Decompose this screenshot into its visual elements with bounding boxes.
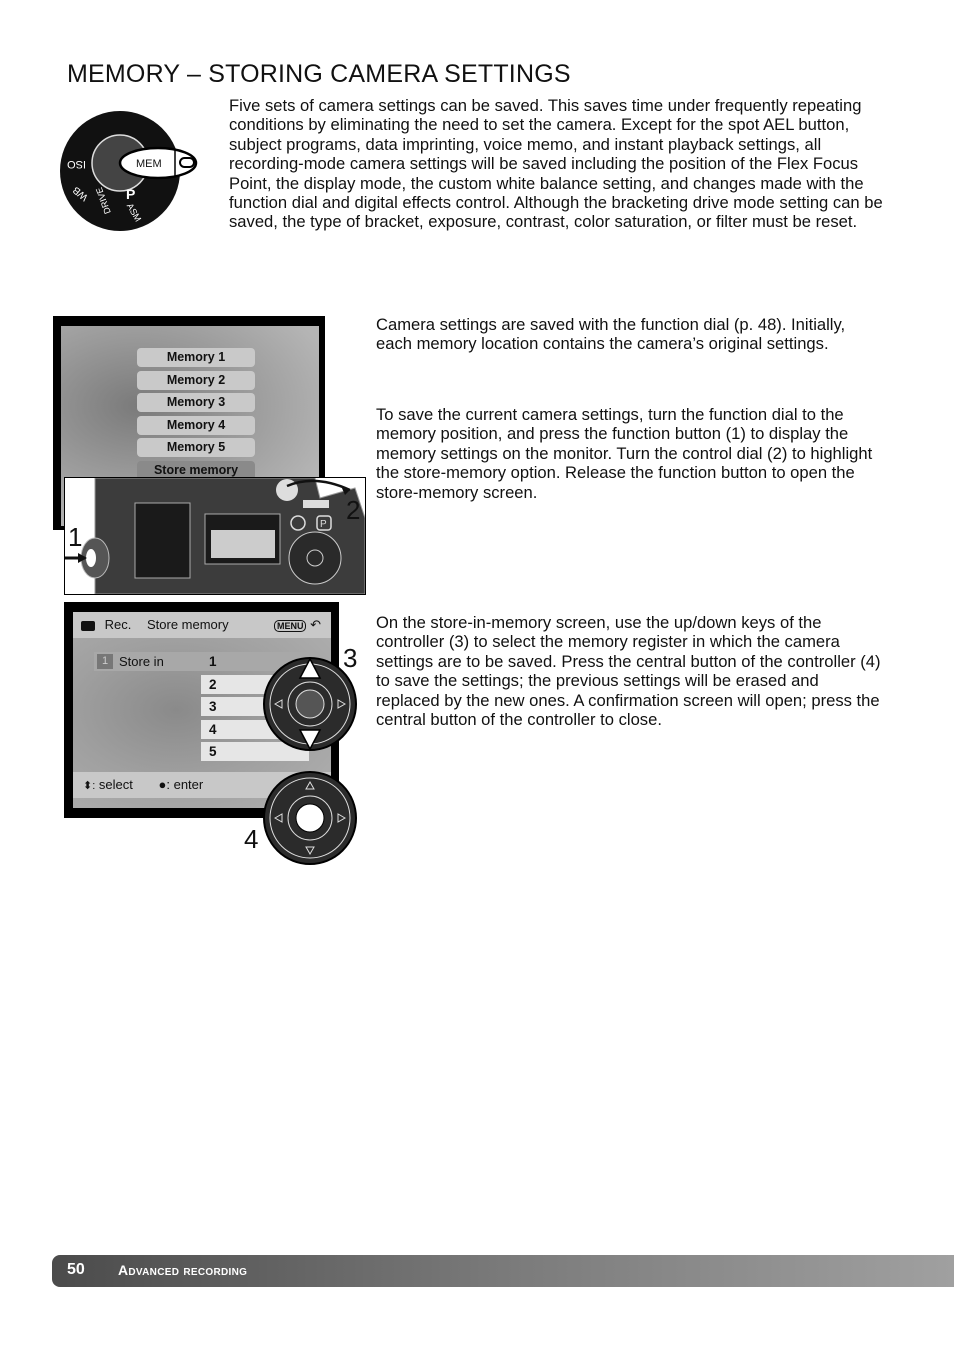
dial-label-p: P: [126, 186, 135, 202]
memory-item-3[interactable]: Memory 3: [137, 393, 255, 412]
paragraph-store-screen: On the store-in-memory screen, use the u…: [376, 613, 881, 730]
camera-icon: [81, 620, 95, 631]
memory-item-5[interactable]: Memory 5: [137, 438, 255, 457]
enter-hint: enter: [173, 777, 204, 792]
callout-4: 4: [244, 824, 259, 854]
section-title: Advanced recording: [118, 1262, 248, 1278]
intro-paragraph: Five sets of camera settings can be save…: [229, 96, 883, 232]
paragraph-function-dial: Camera settings are saved with the funct…: [376, 315, 846, 354]
mode-label: Rec.: [104, 617, 132, 632]
page-footer-bar: 50 Advanced recording: [52, 1255, 954, 1287]
screen-header: Rec. Store memory MENU ↶: [73, 612, 331, 638]
paragraph-save-steps: To save the current camera settings, tur…: [376, 405, 873, 502]
memory-item-1[interactable]: Memory 1: [137, 348, 255, 367]
dial-label-mem: MEM: [136, 158, 162, 170]
memory-item-2[interactable]: Memory 2: [137, 371, 255, 390]
memory-item-4[interactable]: Memory 4: [137, 416, 255, 435]
page-title: MEMORY – STORING CAMERA SETTINGS: [67, 60, 571, 88]
function-dial-illustration: ISO WB DRIVE P ASM MEM: [60, 111, 198, 231]
menu-label: MENU: [273, 620, 307, 632]
callout-3: 3: [343, 643, 358, 673]
camera-back-illustration: P: [64, 477, 366, 595]
back-arrow-icon: ↶: [310, 617, 321, 632]
menu-back-button[interactable]: MENU ↶: [273, 612, 321, 639]
up-down-arrows-icon: ⬍:: [83, 780, 96, 792]
store-in-label: Store in: [119, 654, 164, 669]
page-number: 50: [67, 1261, 85, 1278]
dial-label-iso: ISO: [67, 158, 86, 170]
select-hint: select: [98, 777, 133, 792]
screen-title: Store memory: [146, 617, 229, 632]
controller-center-illustration: [263, 771, 357, 865]
camera-body-drawing: P: [65, 478, 365, 594]
mode-p-label: P: [320, 519, 327, 530]
tab-number-badge: 1: [97, 654, 113, 669]
callout-2: 2: [346, 495, 361, 525]
enter-dot-icon: ●:: [158, 777, 170, 792]
callout-1: 1: [68, 522, 83, 552]
